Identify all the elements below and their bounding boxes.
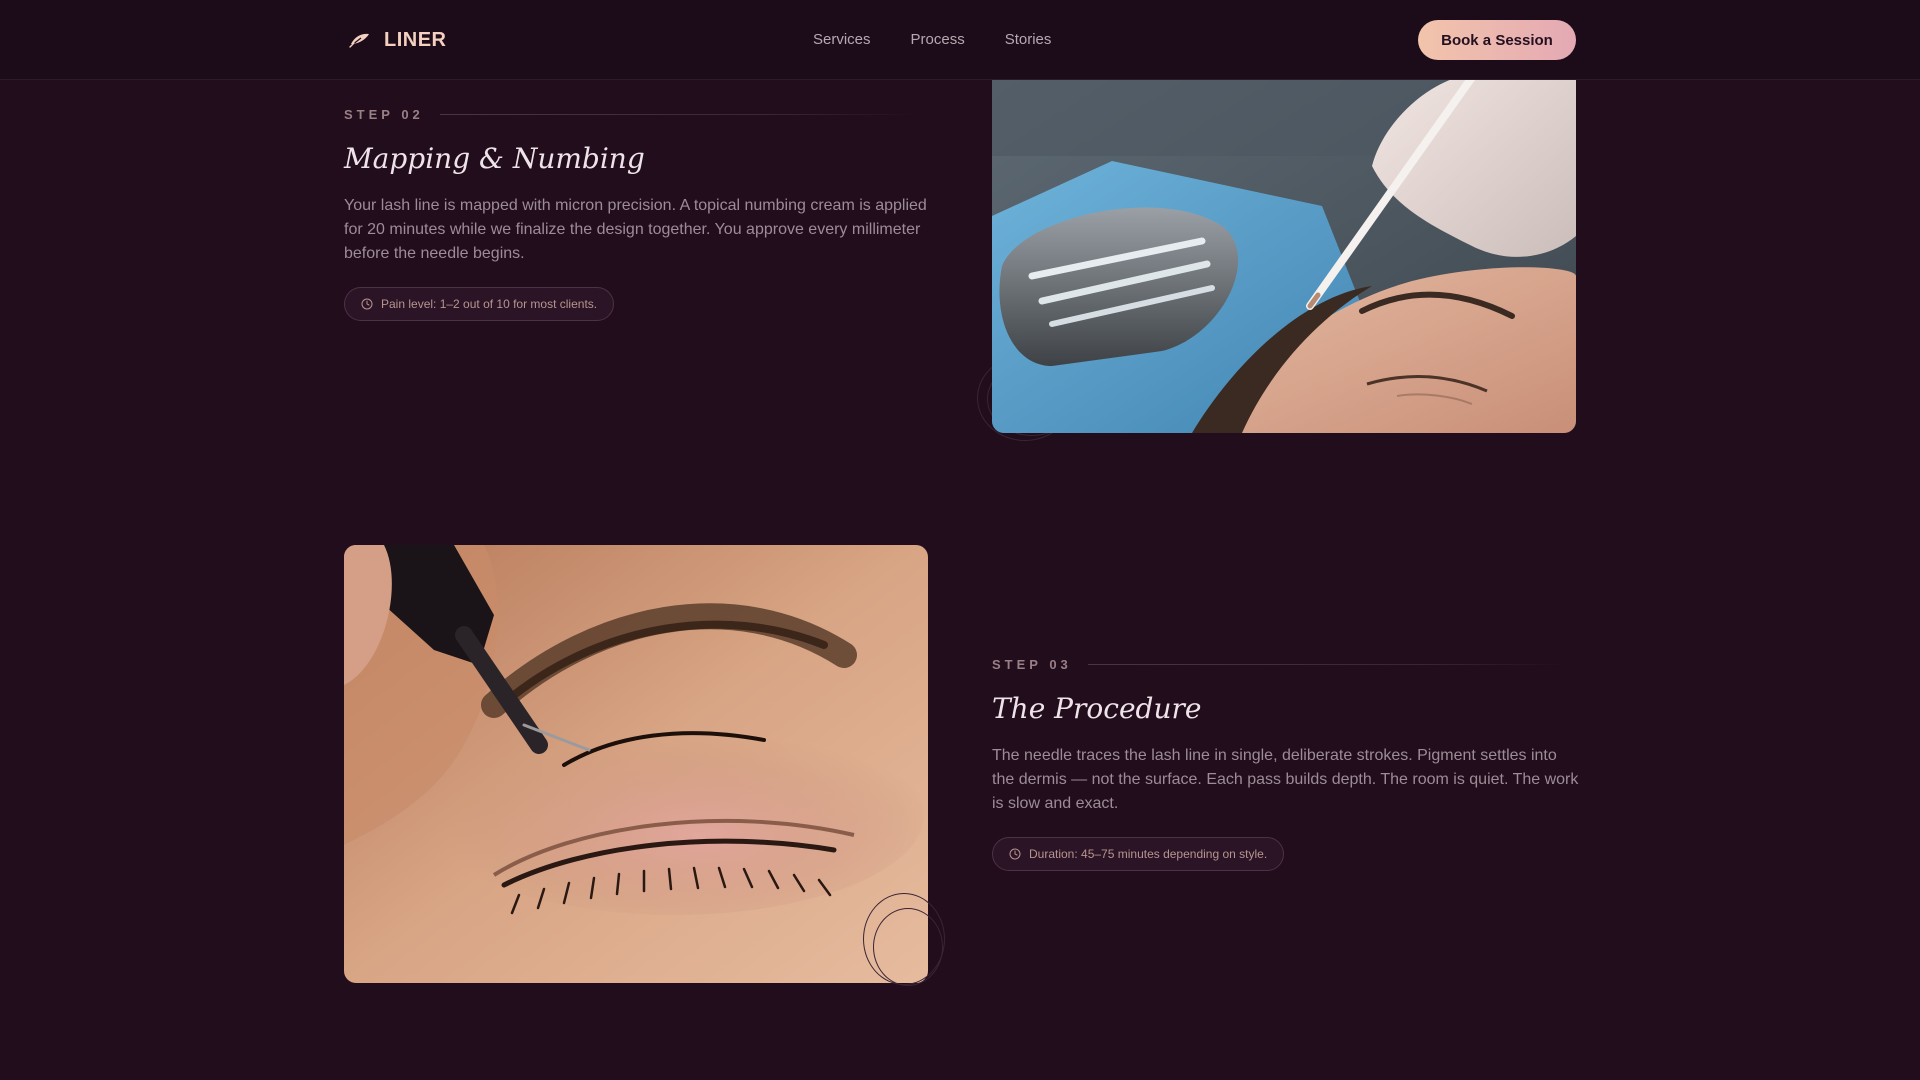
site-header: LINER Services Process Stories Book a Se… bbox=[0, 0, 1920, 80]
step-02-label-row: STEP 02 bbox=[344, 107, 920, 122]
procedure-photo bbox=[344, 545, 928, 983]
step-03-label: STEP 03 bbox=[992, 657, 1072, 672]
step-03-divider bbox=[1087, 664, 1568, 665]
step-02-title: Mapping & Numbing bbox=[344, 142, 645, 175]
step-02-divider bbox=[439, 114, 920, 115]
clock-icon bbox=[1009, 848, 1021, 860]
feather-icon bbox=[349, 33, 369, 48]
nav-process-link[interactable]: Process bbox=[911, 30, 965, 50]
procedure-image bbox=[344, 545, 928, 983]
step-03-description: The needle traces the lash line in singl… bbox=[992, 747, 1579, 812]
step-02-description: Your lash line is mapped with micron pre… bbox=[344, 197, 927, 262]
brand-name: LINER bbox=[384, 28, 447, 51]
step-03-note-text: Duration: 45–75 minutes depending on sty… bbox=[1029, 847, 1268, 861]
nav-stories-link[interactable]: Stories bbox=[1005, 30, 1052, 50]
step-03-title: The Procedure bbox=[992, 692, 1202, 725]
brow-mapping-image bbox=[992, 66, 1576, 433]
decorative-ring bbox=[873, 908, 943, 986]
step-02-label: STEP 02 bbox=[344, 107, 424, 122]
main-nav: Services Process Stories bbox=[813, 30, 1051, 50]
book-session-button[interactable]: Book a Session bbox=[1418, 20, 1576, 60]
step-03-note-badge: Duration: 45–75 minutes depending on sty… bbox=[992, 837, 1285, 871]
clock-icon bbox=[361, 298, 373, 310]
step-02-note-text: Pain level: 1–2 out of 10 for most clien… bbox=[381, 297, 598, 311]
brand-logo[interactable]: LINER bbox=[348, 26, 447, 54]
nav-services-link[interactable]: Services bbox=[813, 30, 871, 50]
step-02-note-badge: Pain level: 1–2 out of 10 for most clien… bbox=[344, 287, 615, 321]
step-03-label-row: STEP 03 bbox=[992, 657, 1568, 672]
brow-mapping-photo bbox=[992, 66, 1576, 433]
